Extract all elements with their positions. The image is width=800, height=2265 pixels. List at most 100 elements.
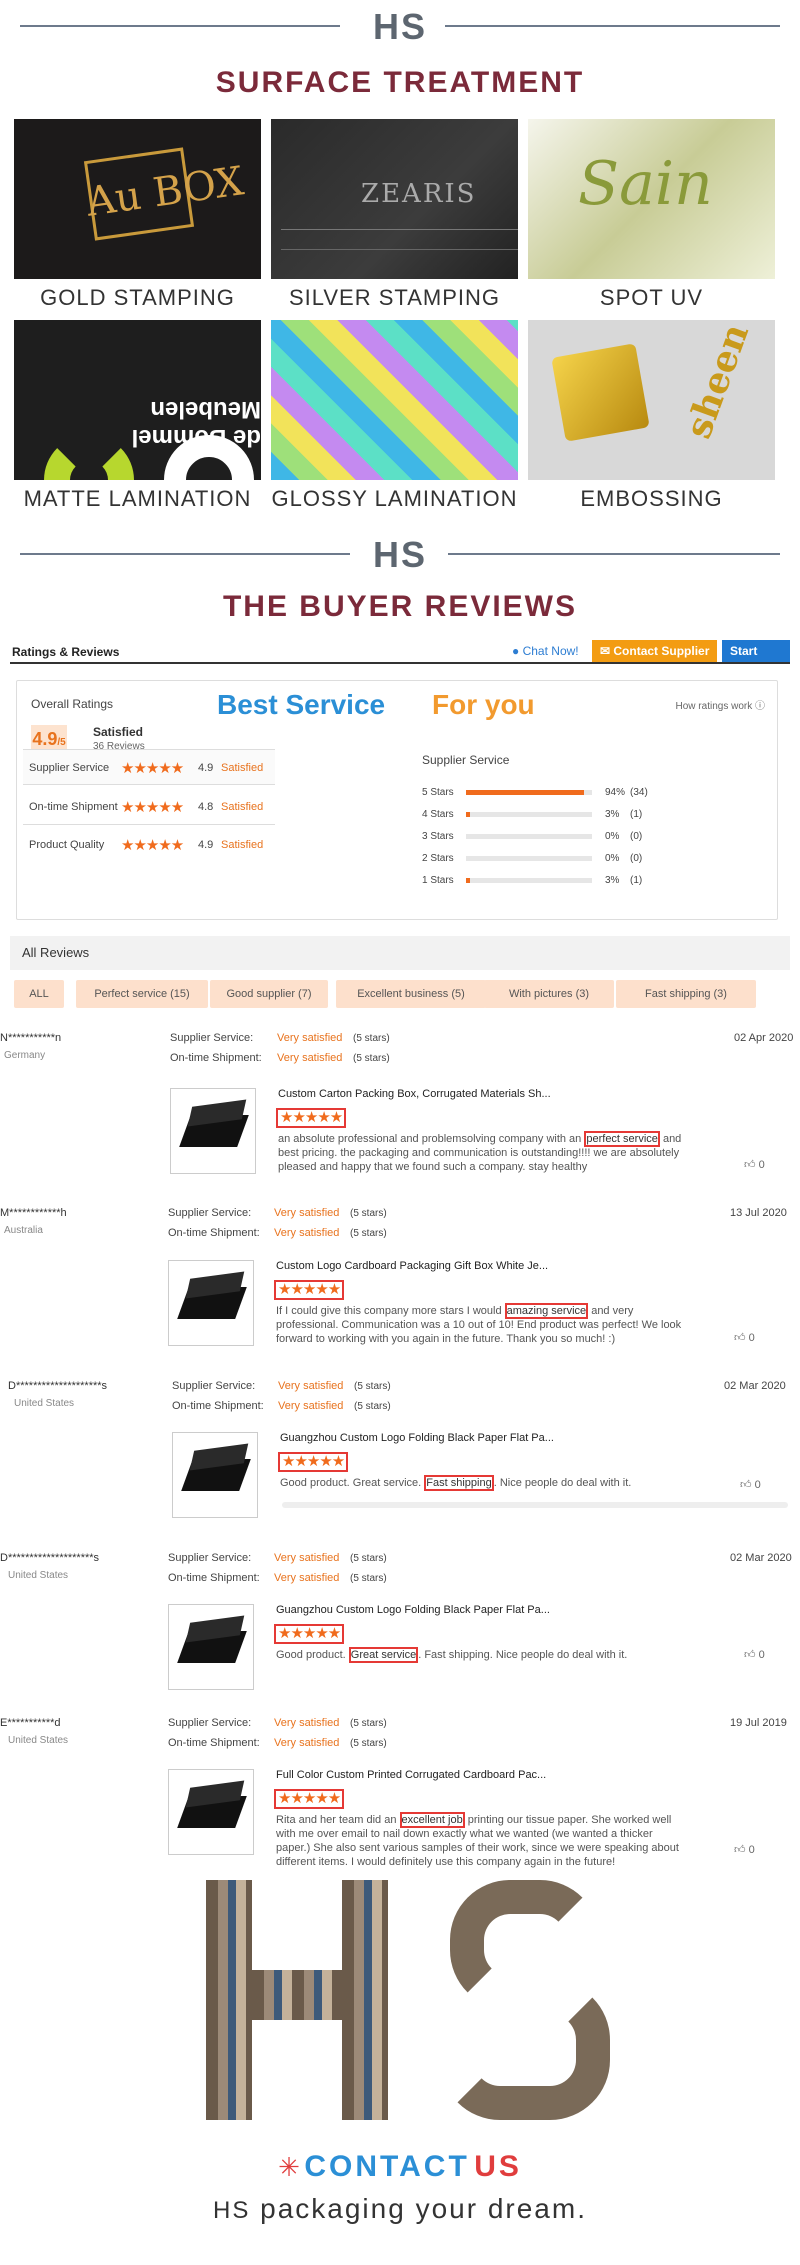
star-bar-2: 2 Stars 0% (0) (422, 851, 662, 865)
like-count: 0 (758, 1159, 765, 1171)
like-button[interactable]: 👍︎ 0 (744, 1648, 765, 1661)
us-word: US (474, 2150, 522, 2183)
review-item: N***********n Germany Supplier Service: … (0, 1032, 800, 1182)
review-date: 02 Mar 2020 (724, 1380, 786, 1392)
contact-supplier-button[interactable]: ✉ Contact Supplier (592, 640, 718, 662)
product-thumbnail[interactable] (168, 1769, 254, 1855)
bar-fill (466, 878, 470, 883)
review-date: 13 Jul 2020 (730, 1207, 787, 1219)
review-text-part: . Nice people do deal with it. (493, 1477, 632, 1489)
bar-percent: 94% (605, 787, 626, 798)
all-reviews-header: All Reviews (10, 936, 790, 970)
bar-percent: 3% (605, 875, 620, 886)
embossing-image: sheen (528, 320, 775, 480)
supplier-service-label: Supplier Service: (172, 1380, 256, 1392)
how-ratings-work-label: How ratings work (675, 701, 753, 712)
product-thumbnail[interactable] (170, 1088, 256, 1174)
best-service-banner: Best Service (217, 689, 386, 720)
collage-h-bar (252, 1970, 342, 2020)
stars-count: (5 stars) (354, 1401, 391, 1412)
review-stars-icon: ★★★★★ (274, 1624, 345, 1644)
product-thumbnail[interactable] (168, 1260, 254, 1346)
reviewer-name: M************h (0, 1207, 67, 1219)
highlight: Fast shipping (424, 1475, 494, 1491)
chat-now-button[interactable]: ● Chat Now! (504, 640, 587, 662)
filter-all[interactable]: ALL (14, 980, 64, 1008)
review-item: E***********d United States Supplier Ser… (0, 1717, 800, 1868)
rating-status: Satisfied (221, 801, 264, 813)
product-thumbnail[interactable] (168, 1604, 254, 1690)
product-link[interactable]: Guangzhou Custom Logo Folding Black Pape… (276, 1604, 550, 1616)
product-thumbnail[interactable] (172, 1432, 258, 1518)
cursor-click-icon: ✳ (278, 2151, 300, 2182)
bar-label: 1 Stars (422, 875, 454, 886)
tagline-text: packaging your dream. (260, 2193, 587, 2224)
tagline-brand: HS (213, 2197, 251, 2224)
rating-row-supplier-service: Supplier Service ★★★★★ 4.9 Satisfied (23, 749, 275, 785)
highlight: perfect service (584, 1131, 660, 1147)
product-link[interactable]: Custom Logo Cardboard Packaging Gift Box… (276, 1260, 548, 1272)
horizontal-scrollbar[interactable] (282, 1502, 788, 1508)
silver-stamping-image: ZEARIS (271, 119, 518, 279)
supplier-service-value: Very satisfied (274, 1552, 340, 1564)
thumbs-up-icon: 👍︎ (734, 1332, 749, 1344)
ontime-value: Very satisfied (274, 1572, 340, 1584)
thumbs-up-icon: 👍︎ (744, 1649, 759, 1661)
like-button[interactable]: 👍︎ 0 (734, 1331, 755, 1344)
chat-icon: ● (512, 644, 523, 658)
score-value: 4.9 (32, 729, 58, 749)
filter-fast-shipping[interactable]: Fast shipping (3) (616, 980, 756, 1008)
bar-track (466, 812, 592, 817)
like-button[interactable]: 👍︎ 0 (740, 1478, 761, 1491)
contact-us-heading[interactable]: ✳ CONTACT US (0, 2150, 800, 2190)
hs-header-reviews: HS (0, 534, 800, 575)
filter-with-pictures[interactable]: With pictures (3) (484, 980, 614, 1008)
ratings-reviews-bar: Ratings & Reviews ● Chat Now! ✉ Contact … (10, 640, 790, 680)
supplier-service-label: Supplier Service: (168, 1207, 252, 1219)
ontime-label: On-time Shipment: (172, 1400, 264, 1412)
bar-track (466, 790, 592, 795)
bar-fill (466, 812, 470, 817)
filter-excellent-business[interactable]: Excellent business (5) (336, 980, 486, 1008)
reviewer-name: D********************s (8, 1380, 108, 1392)
thumbs-up-icon: 👍︎ (740, 1479, 755, 1491)
ontime-value: Very satisfied (274, 1737, 340, 1749)
for-you-banner: For you (432, 689, 535, 720)
bar-percent: 3% (605, 809, 620, 820)
review-filters: ALL Perfect service (15) Good supplier (… (14, 980, 794, 1010)
filter-perfect-service[interactable]: Perfect service (15) (76, 980, 208, 1008)
bar-track (466, 856, 592, 861)
review-text-part: . Fast shipping. Nice people do deal wit… (418, 1649, 628, 1661)
how-ratings-work-link[interactable]: How ratings work ⓘ (676, 697, 765, 712)
thumbs-up-icon: 👍︎ (734, 1844, 749, 1856)
rating-value: 4.9 (198, 839, 214, 851)
like-count: 0 (748, 1332, 755, 1344)
review-stars-icon: ★★★★★ (278, 1452, 349, 1472)
tile-art-text: ZEARIS (361, 179, 477, 209)
reviewer-country: Australia (4, 1225, 43, 1236)
supplier-service-value: Very satisfied (278, 1380, 344, 1392)
tile-matte-lamination: de Bommel Meubelen MATTE LAMINATION (14, 320, 261, 512)
start-order-button[interactable]: Start Order (722, 640, 790, 680)
product-link[interactable]: Guangzhou Custom Logo Folding Black Pape… (280, 1432, 554, 1444)
glossy-lamination-image (271, 320, 518, 480)
stars-count: (5 stars) (354, 1381, 391, 1392)
review-item: D********************s United States Sup… (0, 1380, 800, 1520)
rating-name: Product Quality (29, 839, 105, 851)
star-rating-icon: ★★★★★ (121, 837, 184, 854)
stars-count: (5 stars) (350, 1228, 387, 1239)
tile-caption: GOLD STAMPING (40, 285, 235, 310)
reviewer-country: United States (8, 1570, 69, 1581)
like-button[interactable]: 👍︎ 0 (744, 1158, 765, 1171)
like-button[interactable]: 👍︎ 0 (734, 1843, 755, 1856)
reviewer-country: United States (8, 1735, 69, 1746)
filter-good-supplier[interactable]: Good supplier (7) (210, 980, 328, 1008)
product-link[interactable]: Full Color Custom Printed Corrugated Car… (276, 1769, 546, 1781)
overall-ratings-label: Overall Ratings (31, 697, 114, 711)
supplier-service-value: Very satisfied (277, 1032, 343, 1044)
supplier-service-value: Very satisfied (274, 1717, 340, 1729)
product-link[interactable]: Custom Carton Packing Box, Corrugated Ma… (278, 1088, 551, 1100)
review-text-part: Good product. (276, 1649, 349, 1661)
tile-caption: EMBOSSING (580, 486, 723, 511)
stars-count: (5 stars) (350, 1553, 387, 1564)
